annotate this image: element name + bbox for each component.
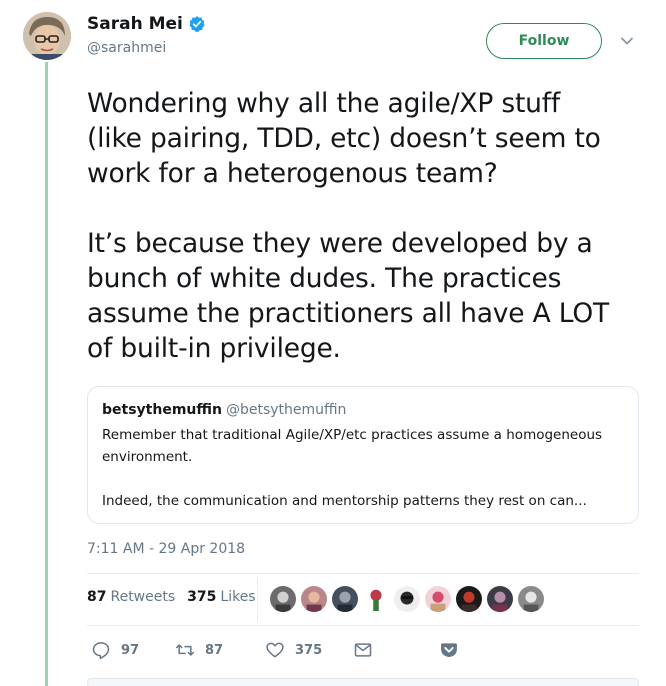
direct-message-button[interactable] [353, 640, 373, 660]
retweet-button[interactable]: 87 [175, 640, 223, 660]
likes-label: Likes [220, 589, 256, 605]
liker-avatar[interactable] [455, 585, 483, 613]
stats-separator [257, 577, 258, 621]
tweet-actions: 97 87 375 [87, 640, 487, 662]
avatar-image [23, 12, 71, 60]
liker-avatar[interactable] [393, 585, 421, 613]
avatar[interactable] [23, 12, 71, 60]
engagement-stats: 87 Retweets 375 Likes [87, 589, 256, 605]
author-name-row[interactable]: Sarah Mei [87, 14, 206, 34]
verified-badge-icon [189, 16, 205, 33]
divider [87, 573, 639, 574]
quoted-tweet-header: betsythemuffin @betsythemuffin [102, 401, 624, 419]
reply-button[interactable]: 97 [91, 640, 139, 660]
like-count: 375 [295, 642, 323, 658]
liker-avatar[interactable] [331, 585, 359, 613]
pocket-icon [441, 643, 457, 658]
liker-avatar[interactable] [486, 585, 514, 613]
liker-avatar[interactable] [269, 585, 297, 613]
follow-button[interactable]: Follow [486, 23, 602, 59]
liker-avatar[interactable] [362, 585, 390, 613]
thread-line [45, 62, 48, 686]
liker-avatar[interactable] [517, 585, 545, 613]
divider [87, 625, 639, 626]
chevron-down-icon[interactable] [620, 34, 634, 48]
envelope-icon [354, 643, 372, 657]
likes-count: 375 [187, 589, 217, 605]
reply-compose-box[interactable] [87, 678, 639, 686]
quoted-author-handle: @betsythemuffin [225, 402, 347, 418]
tweet-text: Wondering why all the agile/XP stuff (li… [87, 88, 610, 364]
liker-avatar[interactable] [300, 585, 328, 613]
author-handle[interactable]: @sarahmei [87, 40, 166, 56]
retweets-stat[interactable]: 87 Retweets [87, 589, 175, 605]
liker-avatar[interactable] [424, 585, 452, 613]
likes-stat[interactable]: 375 Likes [187, 589, 255, 605]
tweet-timestamp[interactable]: 7:11 AM - 29 Apr 2018 [87, 541, 245, 557]
pocket-button[interactable] [439, 640, 459, 660]
likers-avatars [269, 585, 548, 613]
retweet-count: 87 [205, 642, 224, 658]
retweet-icon [175, 644, 195, 656]
author-name[interactable]: Sarah Mei [87, 14, 183, 34]
reply-count: 97 [121, 642, 140, 658]
retweets-count: 87 [87, 589, 107, 605]
quoted-tweet-card[interactable]: betsythemuffin @betsythemuffin Remember t… [87, 386, 639, 524]
reply-icon [92, 642, 110, 660]
like-button[interactable]: 375 [265, 640, 322, 660]
quoted-author-name: betsythemuffin [102, 402, 222, 418]
quoted-tweet-text: Remember that traditional Agile/XP/etc p… [102, 427, 603, 509]
heart-icon [266, 642, 284, 658]
retweets-label: Retweets [110, 589, 176, 605]
